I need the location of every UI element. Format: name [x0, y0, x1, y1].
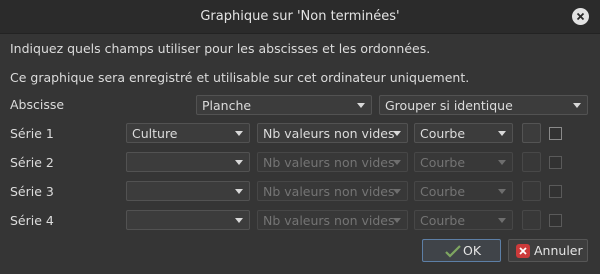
serie-4-field-select[interactable] [126, 210, 250, 230]
serie-4-aggregate-value: Nb valeurs non vides [263, 213, 395, 228]
serie-1-field-value: Culture [132, 126, 178, 141]
ok-label: OK [463, 243, 482, 258]
cancel-icon [516, 244, 530, 258]
chevron-down-icon [498, 160, 506, 165]
chevron-down-icon [393, 131, 401, 136]
chevron-down-icon [498, 218, 506, 223]
chevron-down-icon [235, 218, 243, 223]
chevron-down-icon [393, 160, 401, 165]
chevron-down-icon [498, 131, 506, 136]
chevron-down-icon [235, 131, 243, 136]
serie-4-aggregate-select[interactable]: Nb valeurs non vides [257, 210, 408, 230]
serie-2-aggregate-select[interactable]: Nb valeurs non vides [257, 152, 408, 172]
serie-3-color-button[interactable] [522, 181, 541, 201]
dialog-title: Graphique sur 'Non terminées' [200, 9, 400, 24]
serie-2-label: Série 2 [10, 155, 54, 170]
serie-3-type-value: Courbe [420, 184, 466, 199]
serie-2-checkbox[interactable] [549, 156, 562, 169]
abscisse-field-value: Planche [202, 98, 252, 113]
serie-1-label: Série 1 [10, 126, 54, 141]
serie-4-color-button[interactable] [522, 210, 541, 230]
cancel-label: Annuler [534, 243, 583, 258]
serie-1-checkbox[interactable] [549, 127, 562, 140]
serie-2-field-select[interactable] [126, 152, 250, 172]
chevron-down-icon [357, 103, 365, 108]
serie-3-label: Série 3 [10, 184, 54, 199]
close-button[interactable] [572, 8, 589, 25]
title-bar[interactable]: Graphique sur 'Non terminées' [0, 0, 600, 34]
chevron-down-icon [235, 160, 243, 165]
serie-3-aggregate-select[interactable]: Nb valeurs non vides [257, 181, 408, 201]
abscisse-label: Abscisse [10, 97, 65, 112]
serie-1-type-select[interactable]: Courbe [414, 123, 513, 143]
abscisse-grouping-select[interactable]: Grouper si identique [379, 95, 588, 115]
serie-1-aggregate-value: Nb valeurs non vides [263, 126, 395, 141]
intro-line-2: Ce graphique sera enregistré et utilisab… [10, 70, 470, 85]
serie-1-color-button[interactable] [522, 123, 541, 143]
serie-2-type-value: Courbe [420, 155, 466, 170]
serie-1-type-value: Courbe [420, 126, 466, 141]
serie-2-aggregate-value: Nb valeurs non vides [263, 155, 395, 170]
serie-4-type-select[interactable]: Courbe [414, 210, 513, 230]
serie-3-type-select[interactable]: Courbe [414, 181, 513, 201]
serie-3-aggregate-value: Nb valeurs non vides [263, 184, 395, 199]
serie-3-field-select[interactable] [126, 181, 250, 201]
chevron-down-icon [235, 189, 243, 194]
serie-4-label: Série 4 [10, 213, 54, 228]
chevron-down-icon [498, 189, 506, 194]
serie-2-color-button[interactable] [522, 152, 541, 172]
chevron-down-icon [393, 218, 401, 223]
ok-button[interactable]: OK [422, 239, 501, 262]
abscisse-grouping-value: Grouper si identique [385, 98, 513, 113]
serie-2-type-select[interactable]: Courbe [414, 152, 513, 172]
close-icon [576, 12, 585, 21]
serie-4-checkbox[interactable] [549, 214, 562, 227]
serie-1-aggregate-select[interactable]: Nb valeurs non vides [257, 123, 408, 143]
serie-1-field-select[interactable]: Culture [126, 123, 250, 143]
serie-3-checkbox[interactable] [549, 185, 562, 198]
chevron-down-icon [573, 103, 581, 108]
serie-4-type-value: Courbe [420, 213, 466, 228]
chart-dialog: Graphique sur 'Non terminées' Indiquez q… [0, 0, 600, 274]
intro-line-1: Indiquez quels champs utiliser pour les … [10, 41, 431, 56]
cancel-button[interactable]: Annuler [508, 239, 588, 262]
ok-icon [445, 245, 461, 258]
chevron-down-icon [393, 189, 401, 194]
abscisse-field-select[interactable]: Planche [196, 95, 372, 115]
